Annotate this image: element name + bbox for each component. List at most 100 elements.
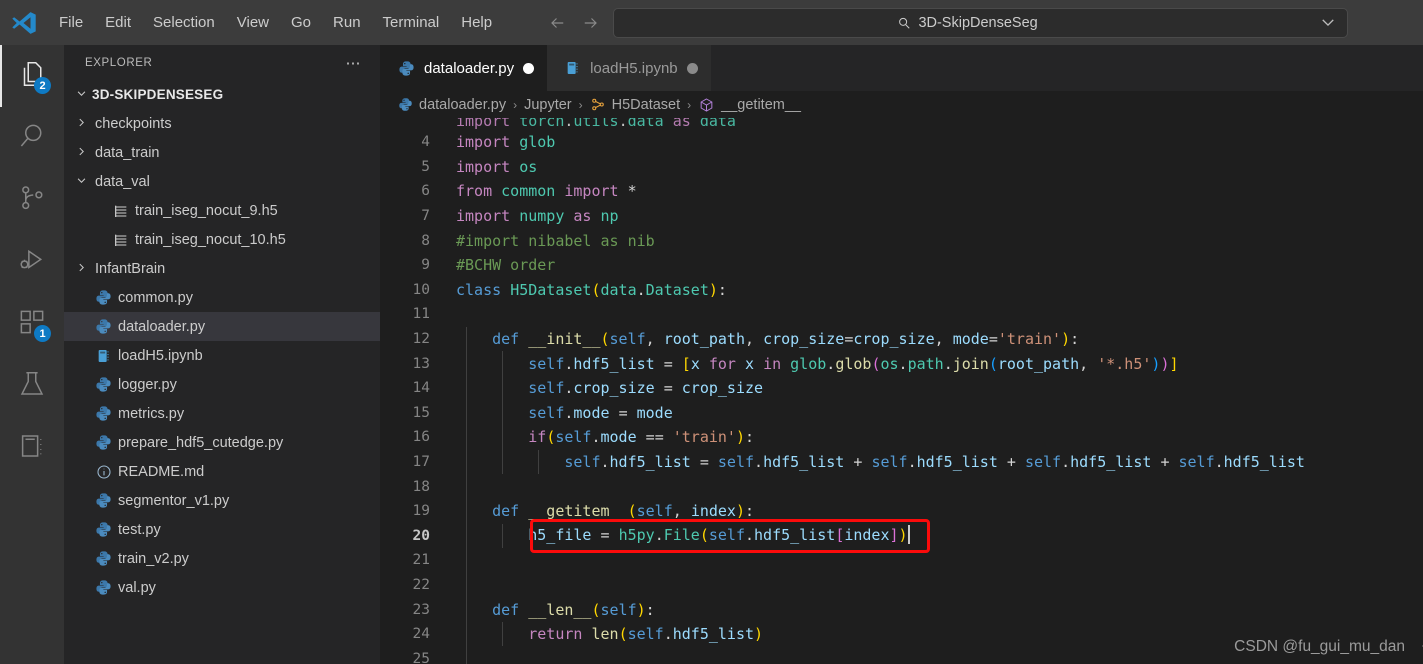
indent-guide [502,400,504,426]
indent-guide [502,351,504,376]
menu-item-view[interactable]: View [226,0,280,45]
menu-item-run[interactable]: Run [322,0,372,45]
search-icon [17,121,47,156]
tab-loadh5-ipynb[interactable]: loadH5.ipynb [547,45,711,91]
beaker-icon [17,369,47,404]
line-number: 14 [412,380,430,397]
code-line[interactable]: 8 #import nibabel as nib [380,228,1423,253]
extensions-badge: 1 [34,325,51,342]
breadcrumb-label: __getitem__ [721,96,801,113]
activitybar-item-run-and-debug[interactable] [0,231,64,293]
arrow-right-icon[interactable] [579,12,601,34]
code-line[interactable]: 22 [380,572,1423,598]
activitybar-item-jupyter[interactable] [0,417,64,479]
code-line-text: import numpy as np [456,207,619,226]
navigation-arrows [547,12,601,34]
tree-item-checkpoints[interactable]: checkpoints [64,109,380,138]
line-number: 15 [412,404,430,421]
menu-bar[interactable]: File Edit Selection View Go Run Terminal… [48,0,503,45]
code-line[interactable]: 17 self.hdf5_list = self.hdf5_list + sel… [380,449,1423,475]
code-line[interactable]: 5 import os [380,155,1423,180]
breadcrumb-item-file[interactable]: dataloader.py [398,97,506,113]
menu-item-go[interactable]: Go [280,0,322,45]
tree-item-readme-md[interactable]: README.md [64,457,380,486]
line-number: 10 [412,281,430,298]
indent-guide [466,474,467,499]
notebook-file-icon [565,60,581,76]
tree-item-data-val[interactable]: data_val [64,167,380,196]
code-line[interactable]: 10 class H5Dataset(data.Dataset): [380,278,1423,303]
code-line[interactable]: 20 h5_file = h5py.File(self.hdf5_list[in… [380,523,1423,549]
code-line[interactable]: 11 [380,302,1423,327]
code-line[interactable]: 13 self.hdf5_list = [x for x in glob.glo… [380,351,1423,376]
code-line[interactable]: 19 def __getitem__(self, index): [380,498,1423,524]
menu-item-help[interactable]: Help [450,0,503,45]
activitybar-item-explorer[interactable]: 2 [0,45,64,107]
tree-item-common-py[interactable]: common.py [64,283,380,312]
python-file-icon [95,289,112,306]
ellipsis-icon[interactable]: ⋯ [338,54,371,72]
title-bar: File Edit Selection View Go Run Terminal… [0,0,1423,45]
activitybar-item-testing[interactable] [0,355,64,417]
indent-guide [502,449,504,475]
breadcrumb-item-class[interactable]: H5Dataset [590,97,680,113]
code-line[interactable]: 15 self.mode = mode [380,400,1423,426]
menu-item-selection[interactable]: Selection [142,0,226,45]
code-line[interactable]: 7 import numpy as np [380,204,1423,229]
breadcrumb-item-jupyter[interactable]: Jupyter [524,97,572,113]
line-number: 4 [421,134,430,151]
arrow-left-icon[interactable] [547,12,569,34]
tree-item-data-train[interactable]: data_train [64,138,380,167]
tree-item-logger-py[interactable]: logger.py [64,370,380,399]
chevron-down-icon[interactable] [1321,15,1335,30]
tree-item-test-py[interactable]: test.py [64,515,380,544]
activitybar-item-extensions[interactable]: 1 [0,293,64,355]
chevron-right-icon [73,117,89,131]
line-number: 12 [412,331,430,348]
tree-item-train-iseg-nocut-9-h5[interactable]: train_iseg_nocut_9.h5 [64,196,380,225]
line-number: 5 [421,158,430,175]
tree-item-metrics-py[interactable]: metrics.py [64,399,380,428]
tree-item-infantbrain[interactable]: InfantBrain [64,254,380,283]
activitybar-item-source-control[interactable] [0,169,64,231]
sidebar-header: EXPLORER ⋯ [64,45,380,80]
dirty-indicator-icon[interactable] [686,62,698,74]
tree-item-prepare-hdf5-cutedge-py[interactable]: prepare_hdf5_cutedge.py [64,428,380,457]
python-file-icon [95,492,112,509]
code-line[interactable]: 9 #BCHW order [380,253,1423,278]
code-line-text: import glob [456,133,556,152]
menu-item-edit[interactable]: Edit [94,0,142,45]
tab-label: dataloader.py [424,59,515,77]
code-line[interactable]: 23 def __len__(self): [380,597,1423,622]
code-line[interactable]: 21 [380,548,1423,573]
command-center[interactable]: 3D-SkipDenseSeg [613,7,1349,38]
code-line-text: h5_file = h5py.File(self.hdf5_list[index… [528,525,910,545]
tree-item-dataloader-py[interactable]: dataloader.py [64,312,380,341]
python-file-icon [95,405,112,422]
code-line[interactable]: 4 import glob [380,130,1423,155]
dirty-indicator-icon[interactable] [523,62,535,74]
chevron-right-icon: › [513,97,518,112]
breadcrumb-item-method[interactable]: __getitem__ [698,97,801,113]
tree-item-segmentor-v1-py[interactable]: segmentor_v1.py [64,486,380,515]
code-line[interactable]: 6 from common import * [380,179,1423,204]
tree-item-label: data_train [95,144,160,161]
tree-item-train-iseg-nocut-10-h5[interactable]: train_iseg_nocut_10.h5 [64,225,380,254]
code-line[interactable]: 18 [380,474,1423,499]
tree-root-3d-skipdenseseg[interactable]: 3D-SKIPDENSESEG [64,80,380,109]
tree-item-train-v2-py[interactable]: train_v2.py [64,544,380,573]
code-line[interactable]: 16 if(self.mode == 'train'): [380,425,1423,450]
tab-dataloader-py[interactable]: dataloader.py [380,45,548,91]
menu-item-file[interactable]: File [48,0,94,45]
code-line[interactable]: 14 self.crop_size = crop_size [380,375,1423,401]
menu-item-terminal[interactable]: Terminal [372,0,451,45]
tree-item-loadh5-ipynb[interactable]: loadH5.ipynb [64,341,380,370]
breadcrumb-label: dataloader.py [419,96,507,113]
code-line[interactable]: 12 def __init__(self, root_path, crop_si… [380,326,1423,352]
code-line[interactable]: import torch.utils.data as data [380,118,1423,130]
code-editor[interactable]: import torch.utils.data as data 4 import g… [380,118,1423,664]
activitybar-item-search[interactable] [0,107,64,169]
python-file-icon [95,550,112,567]
code-line-text: def __getitem__(self, index): [492,502,755,521]
tree-item-val-py[interactable]: val.py [64,573,380,602]
